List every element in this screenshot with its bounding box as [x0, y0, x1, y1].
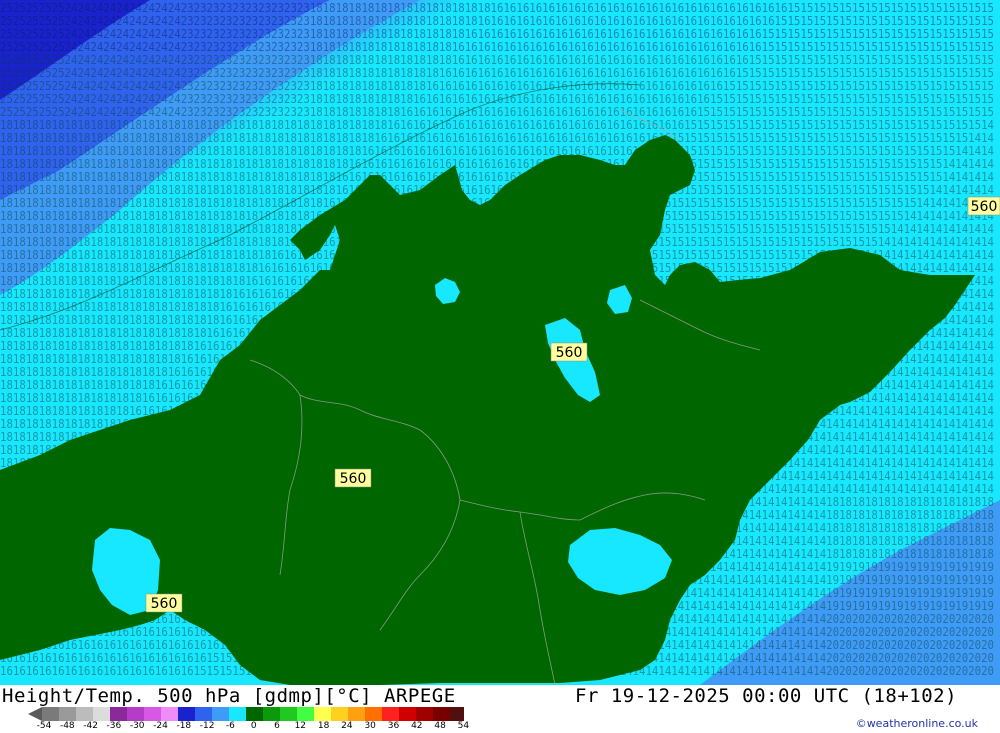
scale-tick-label: 12 — [294, 721, 307, 731]
scale-tick-label: -42 — [83, 721, 98, 731]
scale-tick-label: 54 — [457, 721, 470, 731]
svg-text:560: 560 — [340, 471, 367, 487]
map-canvas: 2525252525242424242424242424232323232323… — [0, 0, 1000, 685]
digit-row: 1818181818181818181818181818181818181818… — [0, 157, 994, 171]
scale-swatch — [246, 707, 263, 721]
digit-row: 1818181818181818181818181818181818181818… — [0, 170, 994, 184]
digit-row: 2525252525242424242424242424232323232323… — [0, 27, 994, 41]
contour-label-southwest: 560 — [145, 593, 183, 613]
scale-swatch — [450, 707, 464, 721]
scale-tick-label: -6 — [225, 721, 235, 731]
map-footer: Height/Temp. 500 hPa [gdmp][°C] ARPEGE F… — [0, 685, 1000, 733]
scale-tick-label: 48 — [434, 721, 446, 731]
map-title: Height/Temp. 500 hPa [gdmp][°C] ARPEGE — [2, 685, 456, 707]
contour-label-top-right: 560 — [967, 196, 1000, 216]
forecast-datetime: Fr 19-12-2025 00:00 UTC (18+102) — [575, 685, 958, 707]
scale-swatch — [127, 707, 144, 721]
scale-swatch — [110, 707, 127, 721]
scale-tick-label: 0 — [250, 721, 257, 731]
scale-swatch — [178, 707, 195, 721]
scale-tick-label: 30 — [364, 721, 376, 731]
digit-row: 2525252525242424242424242424232323232323… — [0, 53, 994, 67]
digit-row: 2525252525242424242424242424232323232323… — [0, 92, 994, 106]
scale-swatch — [42, 707, 59, 721]
scale-swatch — [399, 707, 416, 721]
scale-tick-label: -54 — [36, 721, 52, 731]
digit-row: 2525252525242424242424242424232323232323… — [0, 1, 994, 15]
scale-tick-label: 6 — [274, 721, 280, 731]
scale-swatch — [280, 707, 297, 721]
digit-row: 2525252525242424242424242424232323232323… — [0, 79, 994, 93]
scale-swatch — [433, 707, 450, 721]
digit-row: 2525252525242424242424242424232323232323… — [0, 105, 994, 119]
scale-swatch — [331, 707, 348, 721]
scale-swatch — [263, 707, 280, 721]
digit-row: 1818181818181818181818181818181818181818… — [0, 144, 994, 158]
scale-tick-label: -18 — [176, 721, 192, 731]
scale-tick-label: -12 — [199, 721, 215, 731]
weather-map[interactable]: 2525252525242424242424242424232323232323… — [0, 0, 1000, 685]
scale-swatch — [59, 707, 76, 721]
credit-link[interactable]: ©weatheronline.co.uk — [856, 717, 978, 730]
color-scale-bar — [28, 707, 464, 721]
scale-swatch — [76, 707, 93, 721]
scale-swatch — [93, 707, 110, 721]
contour-label-center: 560 — [550, 342, 588, 362]
digit-row: 1818181818181818181818181818181818181818… — [0, 131, 994, 145]
digit-row: 2525252525242424242424242424232323232323… — [0, 40, 994, 54]
scale-swatch — [297, 707, 314, 721]
scale-left-arrow — [28, 707, 42, 721]
scale-tick-label: 42 — [411, 721, 423, 731]
scale-tick-label: -30 — [129, 721, 145, 731]
scale-swatch — [382, 707, 399, 721]
color-scale-ticks: -54 -48 -42 -36 -30 -24 -18 -12 -6 0 6 12 18 24 30 36 42… — [0, 721, 480, 733]
scale-swatch — [416, 707, 433, 721]
digit-row: 1818181818181818181818181818181818181818… — [0, 118, 994, 132]
scale-swatch — [229, 707, 246, 721]
scale-tick-label: -48 — [59, 721, 75, 731]
scale-tick-label: 18 — [317, 721, 330, 731]
scale-swatch — [314, 707, 331, 721]
contour-label-west-center: 560 — [334, 468, 372, 488]
scale-swatch — [195, 707, 212, 721]
scale-tick-label: -24 — [153, 721, 168, 731]
scale-swatch — [348, 707, 365, 721]
digit-row: 2525252525242424242424242424232323232323… — [0, 66, 994, 80]
scale-swatch — [144, 707, 161, 721]
scale-tick-label: 36 — [387, 721, 400, 731]
scale-swatch — [365, 707, 382, 721]
svg-text:560: 560 — [151, 596, 178, 612]
svg-text:560: 560 — [556, 345, 583, 361]
scale-tick-label: -36 — [106, 721, 122, 731]
scale-swatch — [161, 707, 178, 721]
scale-tick-label: 24 — [341, 721, 353, 731]
digit-row: 2525252525242424242424242424232323232323… — [0, 14, 994, 28]
scale-swatch — [212, 707, 229, 721]
svg-text:560: 560 — [971, 199, 998, 215]
